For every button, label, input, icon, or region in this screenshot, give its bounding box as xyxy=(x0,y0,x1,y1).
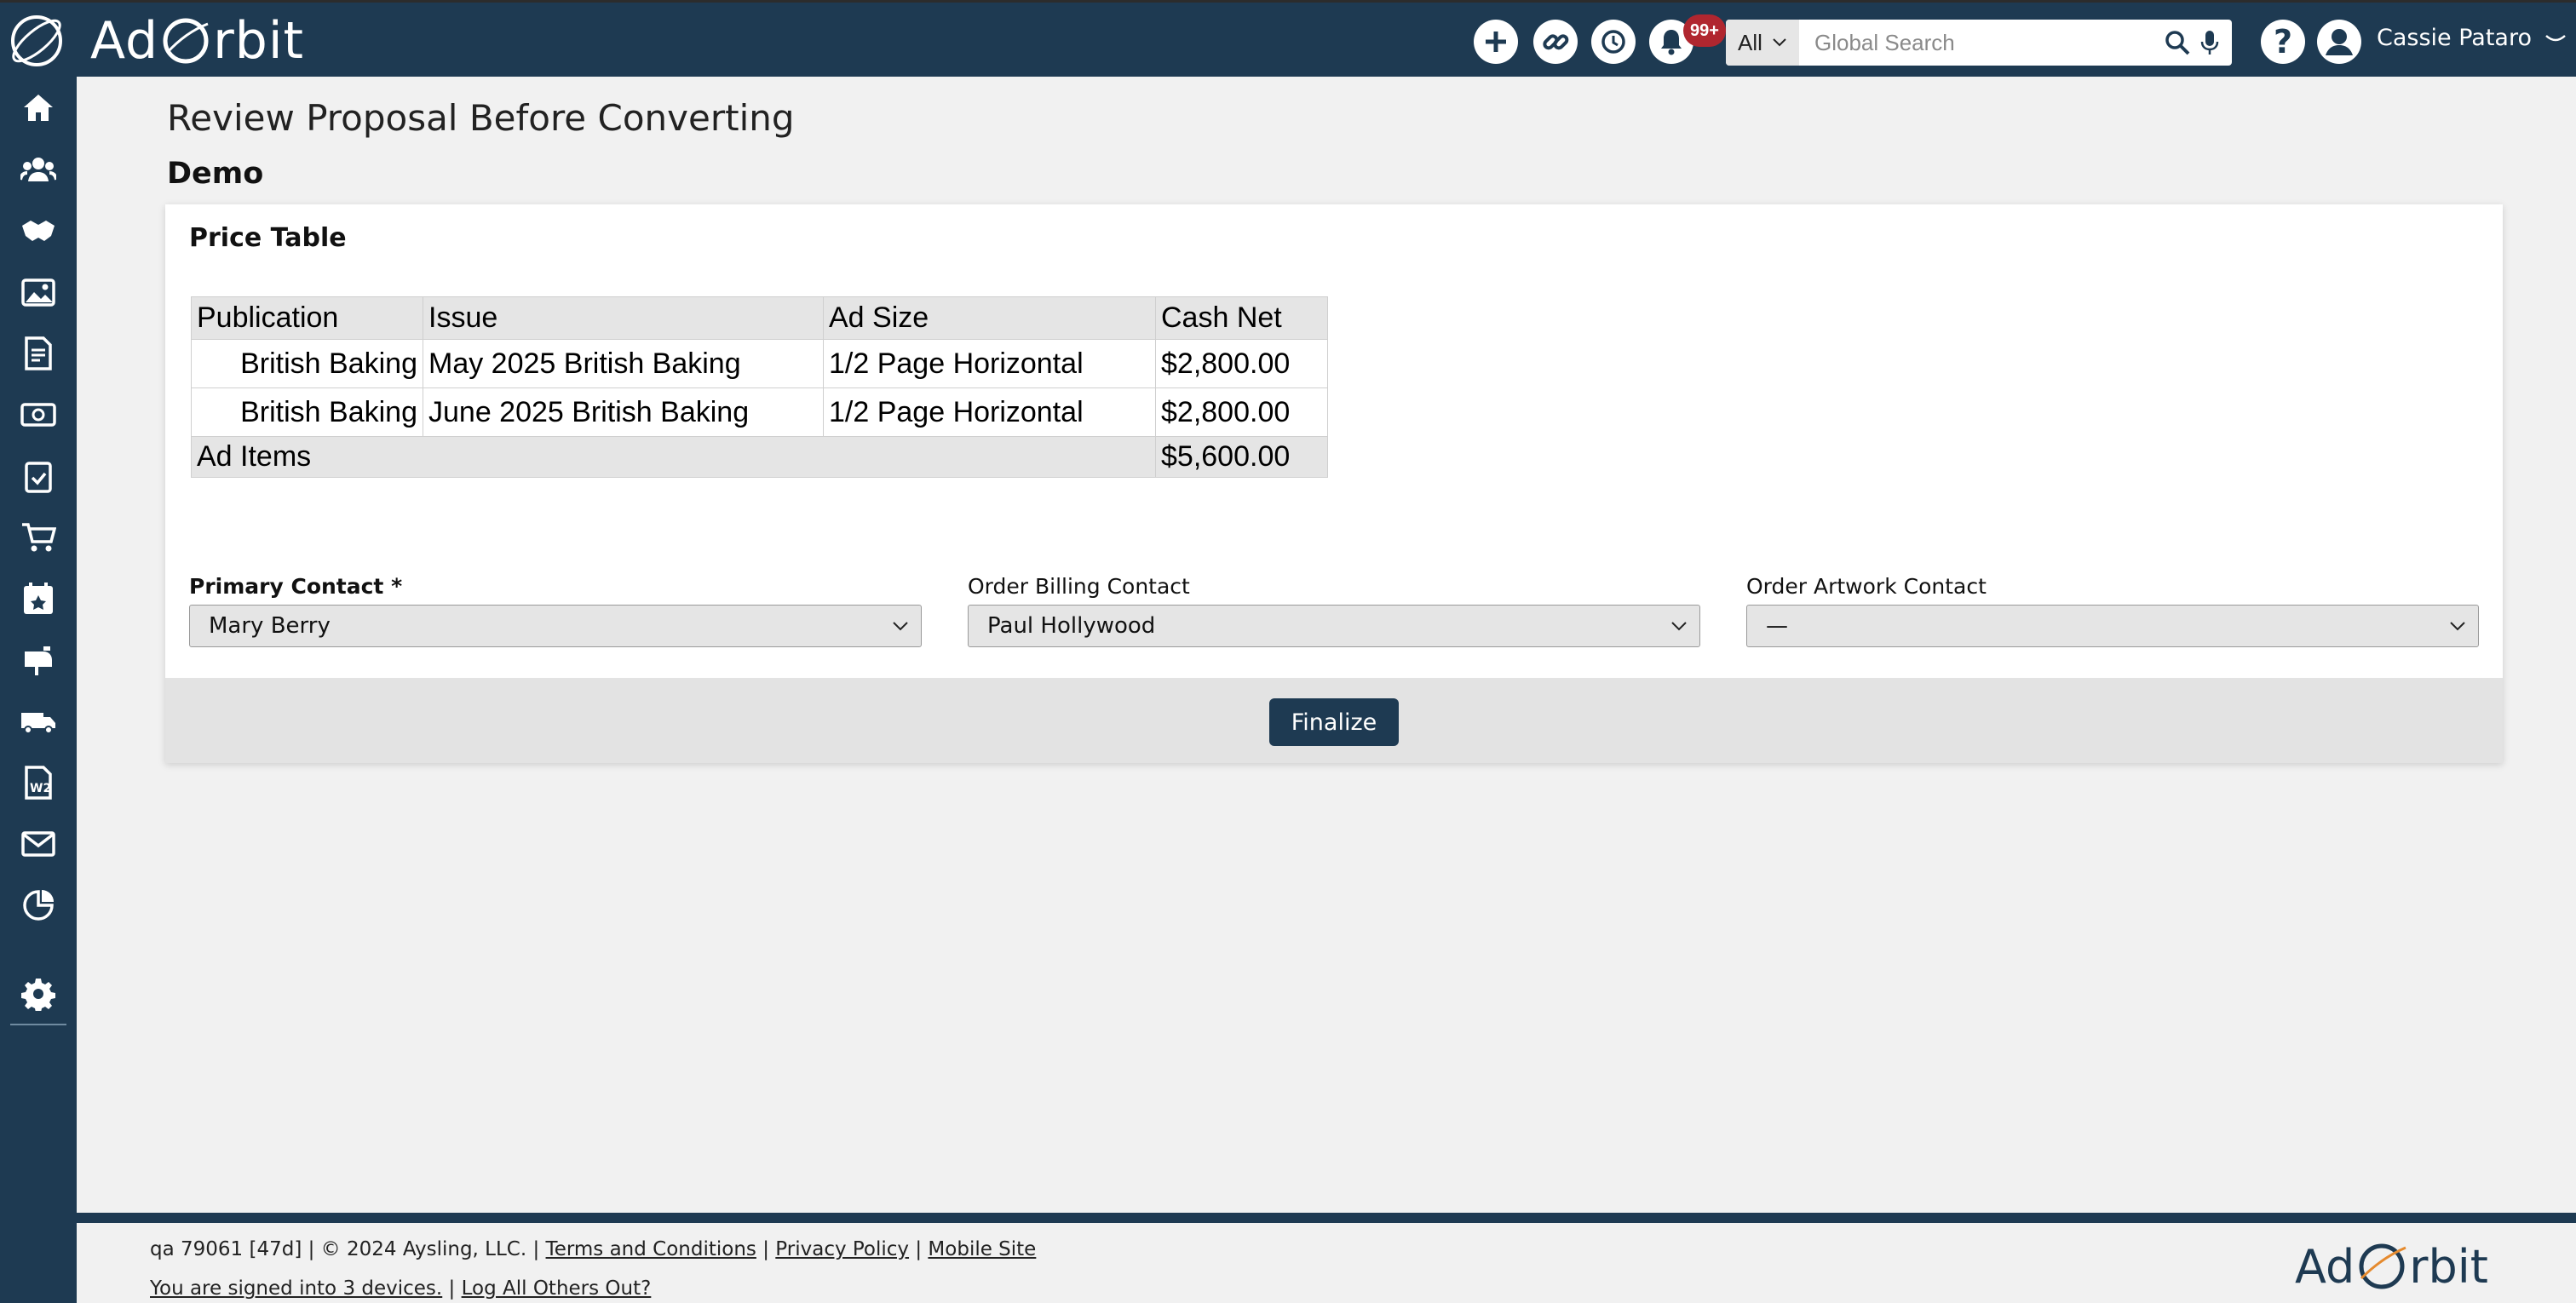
cell-cash-net: $2,800.00 xyxy=(1155,339,1328,388)
proposal-review-card: Price Table Publication Issue Ad Size Ca… xyxy=(165,204,2503,763)
user-name: Cassie Pataro xyxy=(2377,25,2532,51)
primary-contact-value: Mary Berry xyxy=(209,613,331,639)
history-icon[interactable] xyxy=(1591,20,1636,64)
calendar-icon[interactable] xyxy=(19,579,58,618)
table-header-row: Publication Issue Ad Size Cash Net xyxy=(191,296,1328,340)
contacts-icon[interactable] xyxy=(19,150,58,189)
mobile-site-link[interactable]: Mobile Site xyxy=(928,1238,1036,1260)
search-icon[interactable] xyxy=(2164,29,2191,56)
billing-contact-select[interactable]: Paul Hollywood xyxy=(968,605,1700,647)
tasks-icon[interactable] xyxy=(19,456,58,496)
artwork-contact-select[interactable]: — xyxy=(1746,605,2479,647)
footer-separator: | xyxy=(448,1277,456,1300)
mail-icon[interactable] xyxy=(19,824,58,864)
cell-cash-net: $2,800.00 xyxy=(1155,387,1328,437)
payments-icon[interactable] xyxy=(19,395,58,434)
footer-brand-logo: Ad rbit xyxy=(2295,1237,2488,1296)
footer-brand-left: Ad xyxy=(2295,1239,2355,1294)
handshake-icon[interactable] xyxy=(19,211,58,250)
total-value: $5,600.00 xyxy=(1155,436,1328,478)
chevron-down-icon xyxy=(1671,622,1687,631)
artwork-contact-label: Order Artwork Contact xyxy=(1746,574,1987,599)
reports-icon[interactable] xyxy=(19,886,58,925)
mailbox-icon[interactable] xyxy=(19,640,58,680)
sidebar: W2 xyxy=(0,77,77,1303)
global-search: All xyxy=(1726,20,2232,66)
proposal-name: Demo xyxy=(167,157,264,191)
user-menu[interactable]: Cassie Pataro xyxy=(2377,25,2567,51)
footer-legal: qa 79061 [47d] | © 2024 Aysling, LLC. | … xyxy=(150,1238,1036,1260)
chevron-down-icon xyxy=(893,622,908,631)
page-footer: qa 79061 [47d] | © 2024 Aysling, LLC. | … xyxy=(77,1213,2576,1303)
search-scope-select[interactable]: All xyxy=(1726,20,1799,66)
help-glyph: ? xyxy=(2273,23,2293,60)
delivery-truck-icon[interactable] xyxy=(19,702,58,741)
primary-contact-select[interactable]: Mary Berry xyxy=(189,605,922,647)
help-icon[interactable]: ? xyxy=(2261,20,2305,64)
column-header-publication: Publication xyxy=(191,296,423,340)
chevron-down-icon xyxy=(2450,622,2465,631)
price-table-title: Price Table xyxy=(189,223,347,253)
billing-contact-value: Paul Hollywood xyxy=(987,613,1156,639)
user-avatar-icon[interactable] xyxy=(2317,20,2361,64)
column-header-cash-net: Cash Net xyxy=(1155,296,1328,340)
total-label: Ad Items xyxy=(191,436,1156,478)
global-search-input[interactable] xyxy=(1799,20,2164,66)
table-row: British Baking June 2025 British Baking … xyxy=(191,387,1328,437)
table-total-row: Ad Items $5,600.00 xyxy=(191,436,1328,478)
w2-form-icon[interactable]: W2 xyxy=(19,763,58,802)
cell-ad-size: 1/2 Page Horizontal xyxy=(823,339,1156,388)
link-icon[interactable] xyxy=(1533,20,1578,64)
user-menu-chevron-icon xyxy=(2544,35,2566,42)
footer-orbit-icon xyxy=(2359,1243,2406,1289)
invoice-icon[interactable] xyxy=(19,334,58,373)
privacy-link[interactable]: Privacy Policy xyxy=(775,1238,909,1260)
brand-text-right: rbit xyxy=(213,11,305,71)
cart-icon[interactable] xyxy=(19,518,58,557)
footer-sessions: You are signed into 3 devices. | Log All… xyxy=(150,1277,651,1300)
cell-ad-size: 1/2 Page Horizontal xyxy=(823,387,1156,437)
page-title: Review Proposal Before Converting xyxy=(167,97,795,139)
billing-contact-label: Order Billing Contact xyxy=(968,574,1190,599)
artwork-contact-value: — xyxy=(1766,613,1788,639)
cell-issue: May 2025 British Baking xyxy=(423,339,824,388)
media-icon[interactable] xyxy=(19,273,58,312)
home-icon[interactable] xyxy=(19,89,58,128)
column-header-ad-size: Ad Size xyxy=(823,296,1156,340)
finalize-button[interactable]: Finalize xyxy=(1269,698,1399,746)
footer-version: qa 79061 [47d] | © 2024 Aysling, LLC. | xyxy=(150,1238,540,1260)
footer-brand-right: rbit xyxy=(2409,1239,2488,1294)
cell-issue: June 2025 British Baking xyxy=(423,387,824,437)
microphone-icon[interactable] xyxy=(2199,29,2220,56)
notification-count-badge[interactable]: 99+ xyxy=(1683,14,1726,47)
brand-text-left: Ad xyxy=(90,11,159,71)
terms-link[interactable]: Terms and Conditions xyxy=(546,1238,756,1260)
cell-publication: British Baking xyxy=(191,339,423,388)
signed-in-devices-link[interactable]: You are signed into 3 devices. xyxy=(150,1277,442,1300)
log-others-out-link[interactable]: Log All Others Out? xyxy=(462,1277,652,1300)
sidebar-divider xyxy=(10,1024,66,1025)
add-new-icon[interactable] xyxy=(1474,20,1518,64)
brand-orbit-icon xyxy=(163,18,209,64)
table-row: British Baking May 2025 British Baking 1… xyxy=(191,339,1328,388)
orbit-globe-icon[interactable] xyxy=(7,11,66,71)
primary-contact-label: Primary Contact * xyxy=(189,574,403,599)
footer-separator: | xyxy=(762,1238,769,1260)
top-bar: Ad rbit 99+ All ? Cassie Pataro xyxy=(0,0,2576,77)
brand-logo[interactable]: Ad rbit xyxy=(90,11,305,71)
cell-publication: British Baking xyxy=(191,387,423,437)
column-header-issue: Issue xyxy=(423,296,824,340)
settings-gear-icon[interactable] xyxy=(19,974,58,1013)
price-table: Publication Issue Ad Size Cash Net Briti… xyxy=(191,296,1328,478)
svg-text:W2: W2 xyxy=(30,782,51,795)
footer-separator: | xyxy=(915,1238,923,1260)
search-scope-value: All xyxy=(1738,29,1762,55)
chevron-down-icon xyxy=(1773,38,1786,47)
card-actions-bar: Finalize xyxy=(165,678,2503,763)
